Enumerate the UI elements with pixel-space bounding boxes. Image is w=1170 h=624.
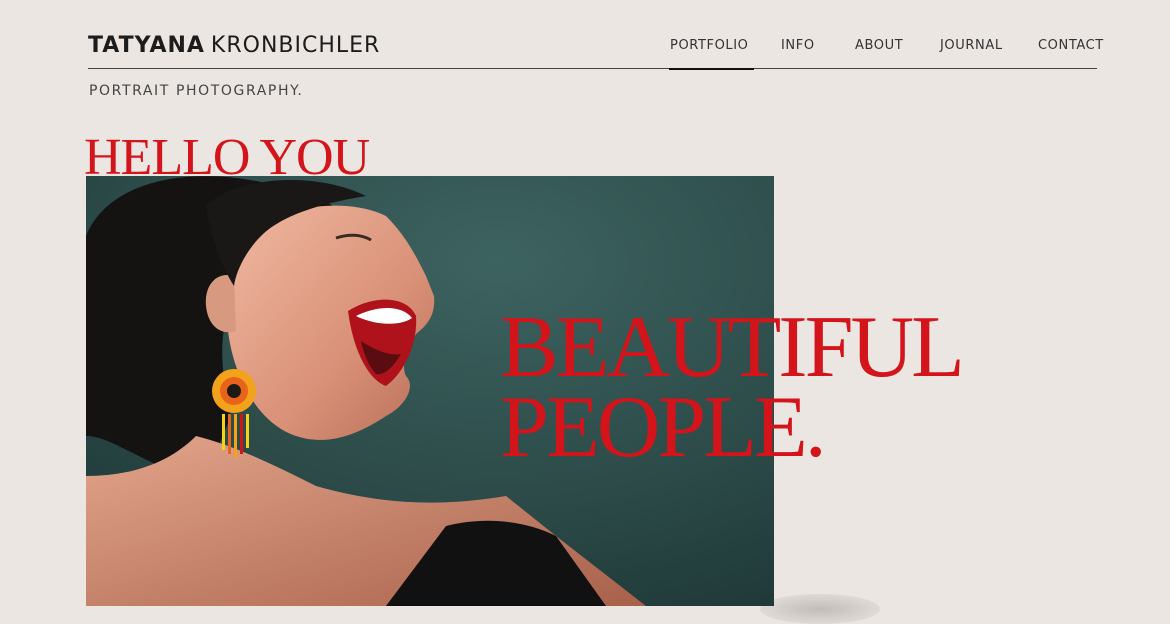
decorative-shadow bbox=[760, 594, 880, 624]
nav-active-indicator bbox=[669, 68, 754, 70]
nav-item-contact[interactable]: CONTACT bbox=[1038, 38, 1104, 53]
header-divider bbox=[88, 68, 1097, 69]
nav-item-journal[interactable]: JOURNAL bbox=[940, 38, 1003, 53]
site-header: TATYANA KRONBICHLER PORTFOLIO INFO ABOUT … bbox=[88, 0, 1103, 70]
site-tagline: PORTRAIT PHOTOGRAPHY. bbox=[89, 83, 304, 99]
main-nav: PORTFOLIO INFO ABOUT JOURNAL CONTACT bbox=[88, 38, 1104, 58]
nav-item-about[interactable]: ABOUT bbox=[855, 38, 903, 53]
headline-line-1: BEAUTIFUL bbox=[500, 299, 965, 396]
nav-item-portfolio[interactable]: PORTFOLIO bbox=[670, 38, 749, 53]
headline-line-2: PEOPLE. bbox=[500, 379, 827, 476]
hero-headline: BEAUTIFUL PEOPLE. bbox=[500, 299, 965, 476]
nav-item-info[interactable]: INFO bbox=[781, 38, 815, 53]
